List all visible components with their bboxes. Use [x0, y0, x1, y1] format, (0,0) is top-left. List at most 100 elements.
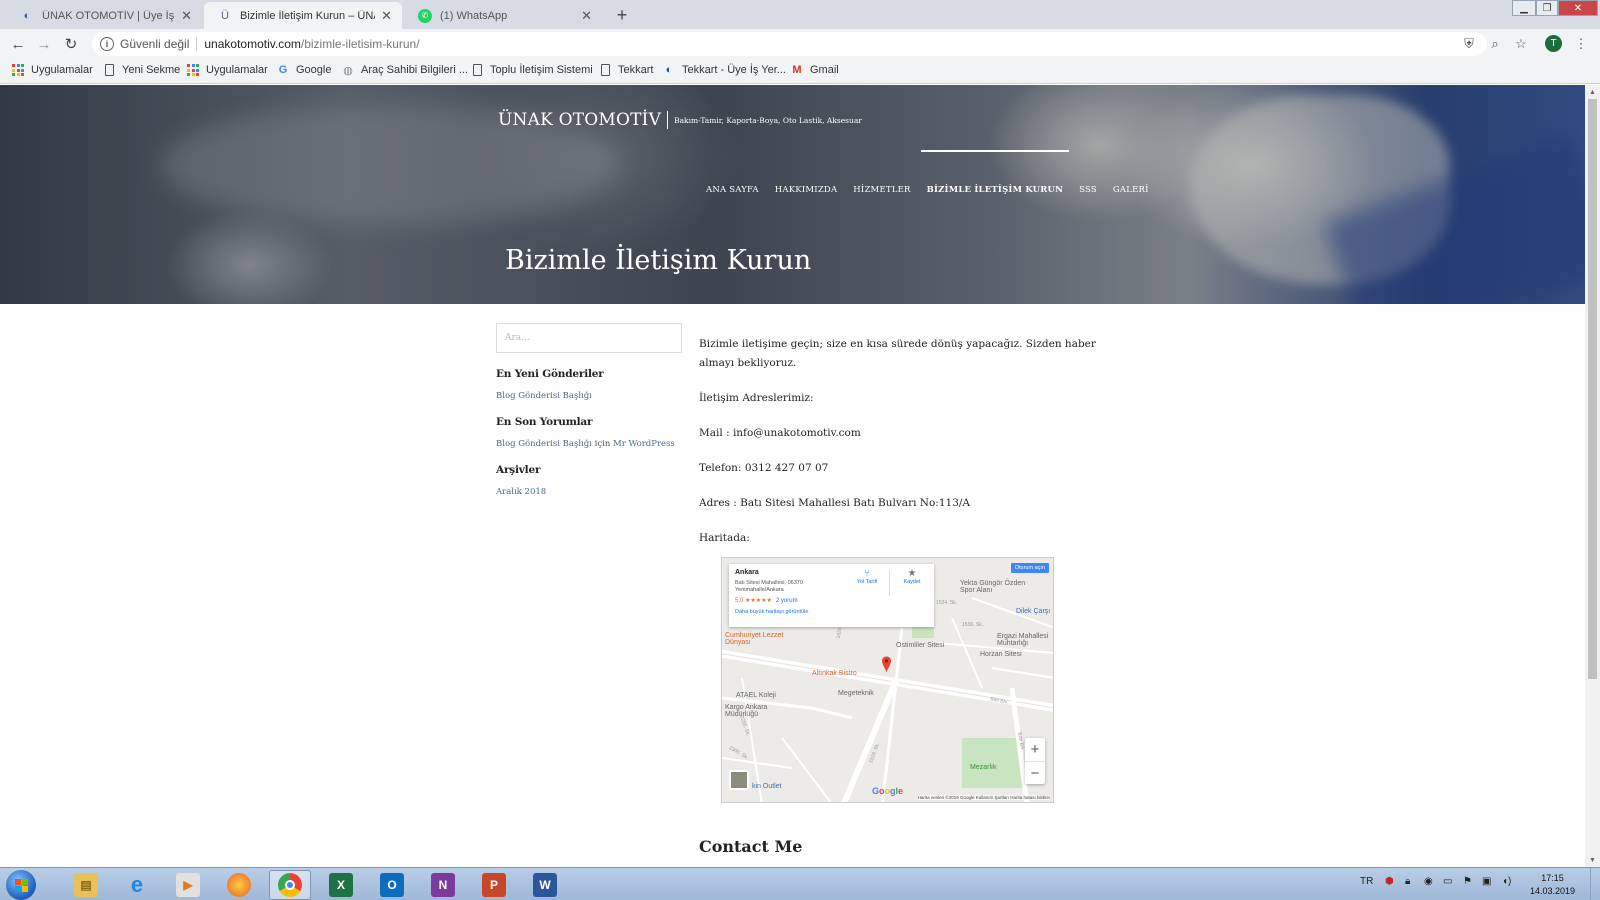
taskbar-outlook[interactable]: O	[371, 870, 413, 900]
map-signin-button[interactable]: Oturum açın	[1010, 563, 1049, 573]
directions-button[interactable]: ⑂ Yol Tarifi	[847, 568, 887, 585]
poi-label[interactable]: Horzan Sitesi	[980, 651, 1022, 658]
poi-label[interactable]: Ostimliler Sitesi	[896, 642, 944, 649]
monitor-tray-icon[interactable]: ▣	[1482, 876, 1491, 887]
taskbar-firefox[interactable]	[218, 870, 260, 900]
poi-label[interactable]: ATAEL Koleji	[736, 692, 776, 699]
language-indicator[interactable]: TR	[1360, 876, 1373, 887]
poi-label[interactable]: Mezarlık	[970, 764, 996, 771]
tab-unak-home[interactable]: ◐ ÜNAK OTOMOTİV | Üye İş Yeri B ✕	[6, 2, 202, 29]
address-bar[interactable]: i Güvenli değil unakotomotiv.com/bizimle…	[92, 32, 1487, 56]
taskbar-excel[interactable]: X	[320, 870, 362, 900]
nav-galeri[interactable]: GALERİ	[1113, 185, 1149, 195]
forward-button[interactable]: →	[33, 33, 55, 55]
nav-hizmetler[interactable]: HİZMETLER	[853, 185, 910, 195]
poi-label[interactable]: Kargo Ankara Müdürlüğü	[725, 704, 780, 718]
onenote-icon: N	[431, 873, 455, 897]
scroll-up-icon[interactable]: ▲	[1585, 85, 1600, 99]
recent-post-link[interactable]: Blog Gönderisi Başlığı	[496, 391, 682, 401]
translate-icon[interactable]: ⛨	[1460, 35, 1478, 53]
close-icon[interactable]: ✕	[181, 8, 192, 24]
map-attribution[interactable]: Harita verileri ©2019 Google Kullanım Şa…	[917, 795, 1050, 800]
nav-hakkimizda[interactable]: HAKKIMIZDA	[775, 185, 838, 195]
back-button[interactable]: ←	[7, 33, 29, 55]
close-window-button[interactable]: ✕	[1558, 0, 1598, 16]
network-tray-icon[interactable]: ▭	[1443, 876, 1452, 887]
show-desktop-button[interactable]	[1590, 868, 1600, 900]
street-label: 1536. Sk.	[962, 622, 984, 628]
info-icon[interactable]: i	[100, 37, 114, 51]
restore-button[interactable]: ❐	[1536, 0, 1558, 16]
poi-label[interactable]: Cumhuriyet Lezzet Dünyası	[725, 632, 785, 646]
zoom-in-button[interactable]: +	[1025, 738, 1045, 761]
flag-tray-icon[interactable]: ⚑	[1463, 876, 1472, 887]
taskbar-media-player[interactable]: ▶	[167, 870, 209, 900]
taskbar-chrome[interactable]	[269, 870, 311, 900]
bookmark-toplu-iletisim[interactable]: Toplu İletişim Sistemi	[470, 63, 593, 77]
contact-heading: Contact Me	[699, 837, 803, 856]
larger-map-link[interactable]: Daha büyük haritayı görüntüle	[735, 609, 928, 615]
reviews-link[interactable]: 2 yorum	[776, 598, 798, 604]
taskbar-powerpoint[interactable]: P	[473, 870, 515, 900]
poi-label[interactable]: Ergazi Mahallesi Muhtarlığı	[997, 633, 1053, 647]
comment-author-link[interactable]: Mr WordPress	[613, 439, 675, 449]
url-host: unakotomotiv.com	[204, 37, 301, 51]
bookmark-new-tab[interactable]: Yeni Sekme	[102, 63, 180, 77]
taskbar-onenote[interactable]: N	[422, 870, 464, 900]
security-tray-icon[interactable]: ⬢	[1385, 876, 1394, 887]
poi-label[interactable]: Megeteknik	[838, 690, 874, 697]
profile-avatar[interactable]: T	[1545, 35, 1562, 52]
nav-ana-sayfa[interactable]: ANA SAYFA	[706, 185, 759, 195]
poi-label[interactable]: kin Outlet	[752, 783, 782, 790]
minimize-button[interactable]: ▁	[1512, 0, 1536, 16]
bookmark-label: Uygulamalar	[31, 64, 93, 76]
app-tray-icon[interactable]: ◉	[1424, 876, 1433, 887]
main-nav: ANA SAYFA HAKKIMIZDA HİZMETLER BİZİMLE İ…	[706, 150, 1165, 195]
volume-tray-icon[interactable]: ◖)	[1502, 876, 1511, 887]
close-icon[interactable]: ✕	[581, 8, 592, 24]
scrollbar-thumb[interactable]	[1588, 99, 1597, 679]
page-scrollbar[interactable]: ▲ ▼	[1585, 85, 1600, 867]
bookmark-apps[interactable]: Uygulamalar	[11, 63, 93, 77]
bookmark-tekkart-uye[interactable]: ◐ Tekkart - Üye İş Yer...	[662, 63, 786, 77]
save-place-button[interactable]: ★ Kaydet	[892, 568, 932, 585]
bookmark-gmail[interactable]: M Gmail	[790, 63, 838, 77]
url-path: /bizimle-iletisim-kurun/	[300, 37, 420, 51]
poi-label[interactable]: Altınkak Bistro	[812, 670, 857, 677]
zoom-icon[interactable]: ⌕	[1486, 35, 1504, 53]
bookmarks-bar: Uygulamalar Yeni Sekme Uygulamalar G Goo…	[0, 58, 1600, 84]
taskbar-internet-explorer[interactable]: e	[116, 870, 158, 900]
reload-button[interactable]: ↻	[60, 33, 82, 55]
system-clock[interactable]: 17:15 14.03.2019	[1530, 872, 1575, 898]
nav-iletisim[interactable]: BİZİMLE İLETİŞİM KURUN	[920, 150, 1069, 195]
start-button[interactable]	[6, 870, 36, 900]
site-brand[interactable]: ÜNAK OTOMOTİV Bakım-Tamir, Kaporta-Boya,…	[498, 110, 862, 130]
scroll-down-icon[interactable]: ▼	[1585, 853, 1600, 867]
bookmark-star-icon[interactable]: ☆	[1512, 35, 1530, 53]
globe-icon: ◐	[23, 9, 31, 22]
bookmark-label: Araç Sahibi Bilgileri ...	[361, 64, 468, 76]
bookmark-arac-sahibi[interactable]: ◍ Araç Sahibi Bilgileri ...	[341, 63, 468, 77]
bookmark-tekkart[interactable]: Tekkart	[598, 63, 653, 77]
map-label: Haritada:	[699, 532, 750, 544]
comment-post-link[interactable]: Blog Gönderisi Başlığı	[496, 439, 592, 449]
taskbar-word[interactable]: W	[524, 870, 566, 900]
menu-icon[interactable]: ⋮	[1572, 35, 1590, 53]
street-view-icon[interactable]	[729, 770, 749, 790]
lock-tray-icon[interactable]: 🔒︎	[1405, 876, 1410, 887]
bookmark-google[interactable]: G Google	[276, 63, 332, 77]
taskbar-explorer[interactable]: ▤	[65, 870, 107, 900]
bookmark-apps-2[interactable]: Uygulamalar	[186, 63, 268, 77]
search-input[interactable]	[496, 323, 682, 353]
archive-link[interactable]: Aralık 2018	[496, 487, 682, 497]
nav-sss[interactable]: SSS	[1079, 185, 1097, 195]
poi-label[interactable]: Yekta Güngör Özden Spor Alanı	[960, 580, 1030, 594]
close-icon[interactable]: ✕	[381, 8, 392, 24]
folder-icon: ▤	[74, 873, 98, 897]
tab-whatsapp[interactable]: ✆ (1) WhatsApp ✕	[404, 2, 602, 29]
new-tab-button[interactable]: +	[610, 4, 634, 26]
poi-label[interactable]: Dilek Çarşı	[1016, 608, 1050, 615]
google-map-embed[interactable]: Ankara Batı Sitesi Mahallesi, 06370 Yeni…	[721, 557, 1054, 803]
zoom-out-button[interactable]: −	[1025, 762, 1045, 785]
tab-contact[interactable]: Ü Bizimle İletişim Kurun – ÜNAK OT ✕	[204, 2, 402, 29]
